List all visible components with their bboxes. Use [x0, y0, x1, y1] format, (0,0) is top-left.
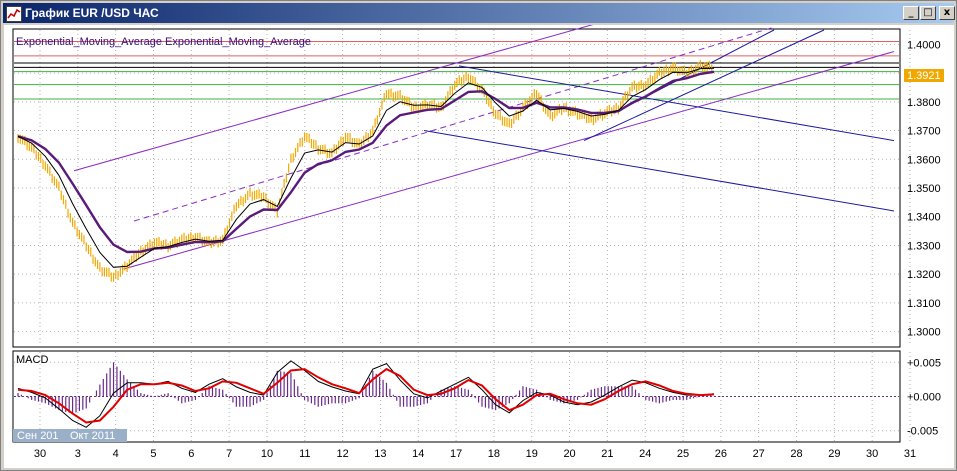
y-tick-label: 1.3800: [907, 97, 941, 109]
x-tick-label: 11: [299, 448, 310, 460]
y-tick-label: 1.3500: [907, 183, 941, 195]
month-label-oct: Окт 2011: [70, 430, 115, 442]
x-tick-label: 21: [601, 448, 613, 460]
x-tick-label: 17: [450, 448, 462, 460]
x-tick-label: 4: [113, 448, 119, 460]
y-tick-label: 1.4000: [907, 39, 941, 51]
macd-y-tick-label: +0.005: [907, 357, 941, 369]
x-tick-label: 13: [374, 448, 386, 460]
y-tick-label: 1.3100: [907, 298, 941, 310]
macd-y-tick-label: -0.005: [907, 426, 938, 438]
x-tick-label: 5: [150, 448, 156, 460]
macd-y-tick-label: +0.000: [907, 392, 941, 404]
x-tick-label: 28: [790, 448, 802, 460]
chart-app-icon: [6, 6, 22, 22]
current-price-label: 1.3921: [907, 70, 941, 82]
x-tick-label: 30: [866, 448, 878, 460]
indicator-label: Exponential_Moving_Average Exponential_M…: [16, 36, 311, 48]
close-button[interactable]: x: [939, 6, 955, 20]
x-tick-label: 14: [412, 448, 424, 460]
x-tick-label: 29: [828, 448, 840, 460]
title-bar[interactable]: График EUR /USD ЧАС _ □ x: [3, 3, 955, 23]
chart-area[interactable]: 30 3 4 5 6 7 10 11 12 13 14 17 18 19 20 21 24 25 26 27 28 29 3…: [4, 25, 954, 468]
x-tick-label: 19: [526, 448, 538, 460]
x-tick-label: 27: [753, 448, 765, 460]
x-tick-label: 25: [677, 448, 689, 460]
x-tick-label: 3: [75, 448, 81, 460]
x-tick-label: 10: [261, 448, 273, 460]
y-tick-label: 1.3000: [907, 327, 941, 339]
month-label-sep: Сен 201: [17, 430, 59, 442]
minimize-button[interactable]: _: [903, 6, 919, 20]
chart-window: График EUR /USD ЧАС _ □ x 30 3 4 5 6 7 10 11 12 1…: [0, 0, 957, 471]
chart-svg[interactable]: 30 3 4 5 6 7 10 11 12 13 14 17 18 19 20 21 24 25 26 27 28 29 3…: [4, 25, 954, 468]
y-tick-label: 1.3200: [907, 269, 941, 281]
maximize-button[interactable]: □: [920, 6, 936, 20]
y-tick-label: 1.3700: [907, 126, 941, 138]
x-tick-label: 20: [563, 448, 575, 460]
x-tick-label: 26: [715, 448, 727, 460]
x-tick-label: 6: [188, 448, 194, 460]
y-tick-label: 1.3300: [907, 240, 941, 252]
macd-label: MACD: [16, 354, 48, 366]
x-tick-label: 31: [904, 448, 916, 460]
x-tick-label: 18: [488, 448, 500, 460]
x-tick-label: 7: [226, 448, 232, 460]
y-tick-label: 1.3600: [907, 154, 941, 166]
window-title: График EUR /USD ЧАС: [25, 6, 159, 20]
x-tick-label: 12: [336, 448, 348, 460]
x-tick-label: 24: [639, 448, 651, 460]
y-tick-label: 1.3400: [907, 212, 941, 224]
x-tick-label: 30: [34, 448, 46, 460]
